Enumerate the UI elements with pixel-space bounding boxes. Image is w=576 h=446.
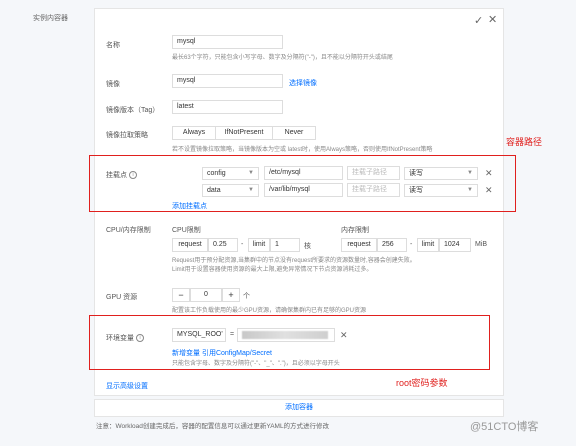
cpu-memory-help-1: Request用于预分配资源,当集群中的节点没有request所要求的资源数量时… — [172, 258, 416, 264]
gpu-label: GPU 资源 — [106, 294, 138, 301]
env-key-input[interactable]: MYSQL_ROO' — [172, 328, 226, 342]
pull-policy-label: 镜像拉取策略 — [106, 132, 148, 139]
pull-policy-never[interactable]: Never — [272, 126, 316, 140]
mount-volume-select-2[interactable]: data ▼ — [202, 184, 259, 197]
info-icon: i — [129, 171, 137, 180]
close-icon[interactable]: ✕ — [488, 13, 497, 26]
name-help: 最长63个字符，只能包含小写字母、数字及分隔符("-")，且不能以分隔符开头或结… — [172, 55, 393, 61]
mount-mode-select-1[interactable]: 读写 ▼ — [404, 167, 478, 180]
add-variable-link[interactable]: 新增变量 — [172, 350, 200, 357]
name-label: 名称 — [106, 42, 120, 49]
pull-policy-ifnotpresent[interactable]: IfNotPresent — [215, 126, 273, 140]
cpu-limit-title: CPU限制 — [172, 227, 201, 234]
image-version-label: 镜像版本（Tag） — [106, 107, 160, 114]
annotation-container-path: 容器路径 — [506, 137, 543, 147]
cpu-limit-input[interactable]: 1 — [270, 238, 300, 252]
redacted-value — [242, 331, 328, 339]
pull-policy-help: 若不设置镜像拉取策略，当镜像版本为空或 latest时，使用Always策略，否… — [172, 147, 433, 153]
gpu-decrement-button[interactable]: − — [172, 288, 190, 302]
confirm-icon[interactable]: ✓ — [474, 14, 483, 27]
add-mount-link[interactable]: 添加挂载点 — [172, 201, 207, 211]
memory-request-input[interactable]: 256 — [377, 238, 407, 252]
image-label: 镜像 — [106, 81, 120, 88]
env-value-input[interactable] — [237, 328, 335, 342]
info-icon: i — [136, 334, 144, 343]
mount-mode-select-2[interactable]: 读写 ▼ — [404, 184, 478, 197]
memory-limit-label: limit — [417, 238, 439, 252]
reference-configmap-link[interactable]: 引用ConfigMap/Secret — [202, 350, 272, 357]
mount-subpath-input-1[interactable]: 挂载子路径 — [347, 166, 400, 180]
select-image-link[interactable]: 选择镜像 — [289, 78, 317, 88]
pull-policy-always[interactable]: Always — [172, 126, 216, 140]
mount-path-input-2[interactable]: /var/lib/mysql — [264, 183, 343, 197]
add-container-bar[interactable]: 添加容器 — [94, 399, 504, 417]
footer-note: 注意：Workload创建完成后，容器的配置信息可以通过更新YAML的方式进行修… — [96, 423, 330, 430]
memory-limit-title: 内存限制 — [341, 227, 369, 234]
cpu-dash: - — [241, 241, 244, 248]
chevron-down-icon: ▼ — [467, 187, 473, 193]
memory-request-label: request — [341, 238, 377, 252]
show-advanced-settings-link[interactable]: 显示高级设置 — [106, 381, 148, 391]
name-input[interactable]: mysql — [172, 35, 283, 49]
chevron-down-icon: ▼ — [467, 170, 473, 176]
section-label: 实例内容器 — [33, 15, 68, 22]
env-actions: 新增变量 引用ConfigMap/Secret — [172, 348, 272, 358]
memory-dash: - — [410, 241, 413, 248]
watermark: @51CTO博客 — [470, 421, 539, 433]
remove-mount-icon[interactable]: ✕ — [485, 185, 493, 196]
mounts-label: 挂载点 i — [106, 170, 137, 180]
mount-path-input-1[interactable]: /etc/mysql — [264, 166, 343, 180]
memory-unit: MiB — [475, 241, 488, 248]
chevron-down-icon: ▼ — [248, 187, 254, 193]
cpu-memory-label: CPU/内存限制 — [106, 227, 151, 234]
image-version-input[interactable]: latest — [172, 100, 283, 114]
annotation-root-password: root密码参数 — [396, 378, 448, 388]
cpu-request-label: request — [172, 238, 208, 252]
remove-env-icon[interactable]: ✕ — [340, 330, 348, 341]
env-label: 环境变量 i — [106, 333, 144, 343]
env-equals: = — [230, 331, 235, 338]
gpu-increment-button[interactable]: + — [222, 288, 240, 302]
mount-volume-select-1[interactable]: config ▼ — [202, 167, 259, 180]
image-input[interactable]: mysql — [172, 74, 283, 88]
memory-limit-input[interactable]: 1024 — [439, 238, 471, 252]
cpu-unit: 核 — [304, 243, 311, 250]
add-container-link[interactable]: 添加容器 — [285, 404, 313, 411]
env-help: 只能包含字母、数字及分隔符("-"、"_"、".")，且必须以字母开头 — [172, 361, 340, 367]
chevron-down-icon: ▼ — [248, 170, 254, 176]
gpu-unit: 个 — [243, 293, 250, 300]
cpu-memory-help-2: Limit用于设置容器使用资源的最大上限,避免异常情况下节点资源消耗过多。 — [172, 267, 373, 273]
cpu-limit-label: limit — [248, 238, 270, 252]
mount-subpath-input-2[interactable]: 挂载子路径 — [347, 183, 400, 197]
remove-mount-icon[interactable]: ✕ — [485, 168, 493, 179]
gpu-count-input[interactable]: 0 — [190, 288, 222, 302]
cpu-request-input[interactable]: 0.25 — [208, 238, 238, 252]
